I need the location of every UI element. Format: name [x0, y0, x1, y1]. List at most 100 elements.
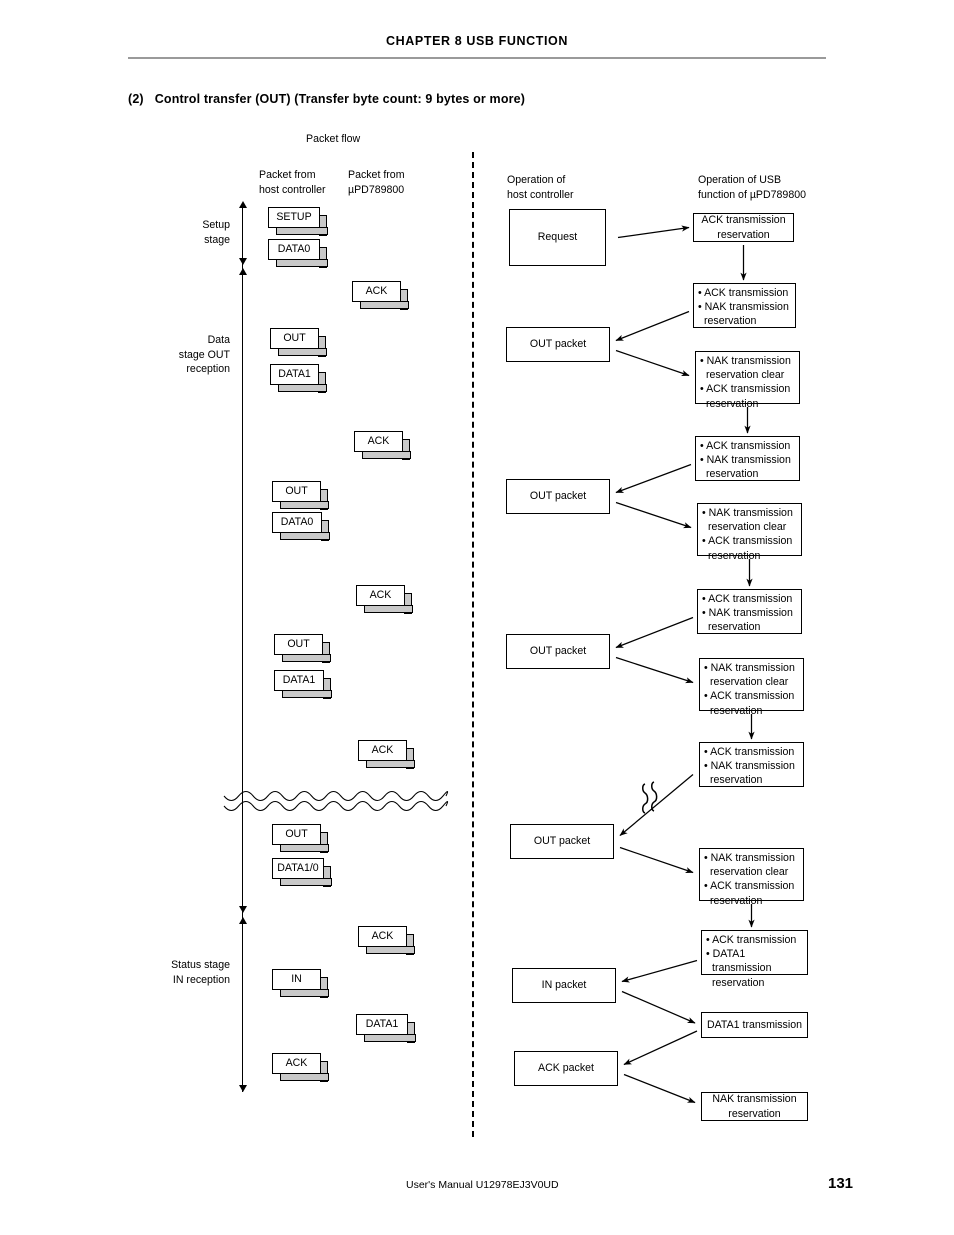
packet-box-bottom-face: [364, 1034, 416, 1042]
packet-label: ACK: [365, 285, 388, 297]
caption-packet-flow: Packet flow: [306, 133, 361, 145]
caption-usb-operation: Operation of USB function of µPD789800: [698, 174, 806, 201]
packet-box-bottom-face: [276, 259, 328, 267]
packet-label: DATA0: [280, 516, 314, 528]
packet-box-bottom-face: [280, 501, 329, 509]
packet-box-face: ACK: [352, 281, 401, 302]
host-operation-box: OUT packet: [506, 634, 610, 669]
usb-operation-box: NAK transmission reservation: [701, 1092, 808, 1121]
host-operation-box: IN packet: [512, 968, 616, 1003]
stage-label-setup: Setup stage: [202, 219, 230, 246]
stage-label-data-out: Data stage OUT reception: [178, 334, 230, 375]
connector-arrow: [619, 846, 694, 874]
packet-box-face: DATA0: [268, 239, 320, 260]
usb-operation-box: ACK transmission reservation: [693, 213, 794, 242]
packet-box-bottom-face: [360, 301, 409, 309]
host-operation-box: OUT packet: [506, 327, 610, 362]
connector-arrow: [615, 616, 694, 649]
packet-label: OUT: [283, 332, 306, 344]
timeline-arrow-bottom: [239, 1085, 247, 1092]
break-squiggle: [642, 783, 649, 814]
packet-box-face: ACK: [356, 585, 405, 606]
usb-operation-box: • ACK transmission • NAK transmission res…: [695, 436, 800, 481]
section-title: (2) Control transfer (OUT) (Transfer byte…: [128, 92, 525, 106]
section-break-wave: [223, 800, 449, 812]
packet-box-face: ACK: [354, 431, 403, 452]
usb-operation-bullet: • NAK transmission reservation: [702, 607, 793, 634]
packet-label: IN: [291, 973, 302, 985]
usb-operation-label: NAK transmission reservation: [712, 1093, 797, 1120]
host-operation-label: ACK packet: [538, 1062, 594, 1075]
timeline-arrow-top: [239, 201, 247, 208]
usb-operation-bullet: • ACK transmission: [700, 440, 791, 452]
section-title-text: Control transfer (OUT) (Transfer byte co…: [154, 92, 526, 106]
usb-operation-bullet: • NAK transmission reservation clear: [700, 355, 791, 382]
usb-operation-box: DATA1 transmission: [701, 1012, 808, 1038]
chapter-header: CHAPTER 8 USB FUNCTION: [386, 34, 568, 48]
packet-box-face: DATA1: [274, 670, 324, 691]
packet-box-face: OUT: [272, 481, 321, 502]
packet-label: DATA0: [277, 243, 311, 255]
packet-box-bottom-face: [280, 532, 330, 540]
packet-box-bottom-face: [280, 844, 329, 852]
packet-box-bottom-face: [276, 227, 328, 235]
host-operation-label: OUT packet: [533, 835, 591, 848]
usb-operation-bullet: • NAK transmission reservation clear: [704, 852, 795, 879]
packet-box-face: DATA1/0: [272, 858, 324, 879]
packet-label: ACK: [371, 744, 394, 756]
host-operation-box: Request: [509, 209, 606, 266]
usb-operation-label: DATA1 transmission: [707, 1018, 802, 1031]
usb-operation-bullet: • NAK transmission reservation: [704, 760, 795, 787]
connector-arrow: [615, 463, 692, 494]
host-operation-box: OUT packet: [506, 479, 610, 514]
packet-box-face: ACK: [272, 1053, 321, 1074]
packet-box-bottom-face: [282, 690, 332, 698]
packet-box-face: SETUP: [268, 207, 320, 228]
caption-device-packet: Packet from µPD789800: [348, 169, 405, 196]
connector-arrow: [623, 1030, 698, 1066]
host-operation-label: OUT packet: [529, 490, 587, 503]
packet-box-bottom-face: [280, 989, 329, 997]
packet-label: ACK: [367, 435, 390, 447]
usb-operation-bullet: • NAK transmission reservation clear: [702, 507, 793, 534]
packet-label: OUT: [285, 485, 308, 497]
packet-box-face: ACK: [358, 740, 407, 761]
packet-label: OUT: [287, 638, 310, 650]
connector-arrow: [615, 349, 690, 377]
connector-arrow: [615, 501, 692, 529]
usb-operation-bullet: • ACK transmission reservation: [702, 535, 793, 562]
usb-operation-box: • NAK transmission reservation clear • AC…: [699, 658, 804, 717]
packet-box-bottom-face: [362, 451, 411, 459]
timeline-axis: [242, 205, 243, 1092]
timeline-arrow-setup-end: [239, 258, 247, 265]
footer-page-number: 131: [828, 1175, 854, 1192]
packet-box-face: DATA1: [356, 1014, 408, 1035]
host-operation-label: Request: [537, 231, 578, 244]
packet-label: ACK: [369, 589, 392, 601]
usb-operation-bullet: • ACK transmission reservation: [704, 880, 795, 907]
host-operation-label: OUT packet: [529, 645, 587, 658]
usb-operation-bullet: • NAK transmission reservation: [700, 454, 791, 481]
usb-operation-box: • NAK transmission reservation clear • AC…: [699, 848, 804, 907]
packet-box-bottom-face: [366, 760, 415, 768]
timeline-arrow-data-end: [239, 906, 247, 913]
host-operation-box: ACK packet: [514, 1051, 618, 1086]
packet-box-bottom-face: [280, 878, 332, 886]
usb-operation-label: ACK transmission reservation: [701, 214, 786, 241]
usb-operation-bullet: • ACK transmission: [702, 593, 793, 605]
usb-operation-box: • ACK transmission • NAK transmission res…: [697, 589, 802, 634]
packet-box-face: DATA0: [272, 512, 322, 533]
section-break-wave: [223, 790, 449, 802]
host-operation-label: OUT packet: [529, 338, 587, 351]
packet-box-face: OUT: [272, 824, 321, 845]
usb-operation-box: • NAK transmission reservation clear • AC…: [697, 503, 802, 562]
header-rule: [128, 57, 826, 59]
packet-label: SETUP: [276, 211, 312, 223]
connector-overlay: [223, 225, 755, 1104]
usb-operation-bullet: • NAK transmission reservation clear: [704, 662, 795, 689]
document-page: CHAPTER 8 USB FUNCTION (2) Control transf…: [0, 0, 954, 1235]
connector-arrow: [621, 959, 698, 983]
connector-arrow: [621, 990, 696, 1024]
host-operation-label: IN packet: [541, 979, 587, 992]
connector-arrow: [615, 310, 690, 342]
